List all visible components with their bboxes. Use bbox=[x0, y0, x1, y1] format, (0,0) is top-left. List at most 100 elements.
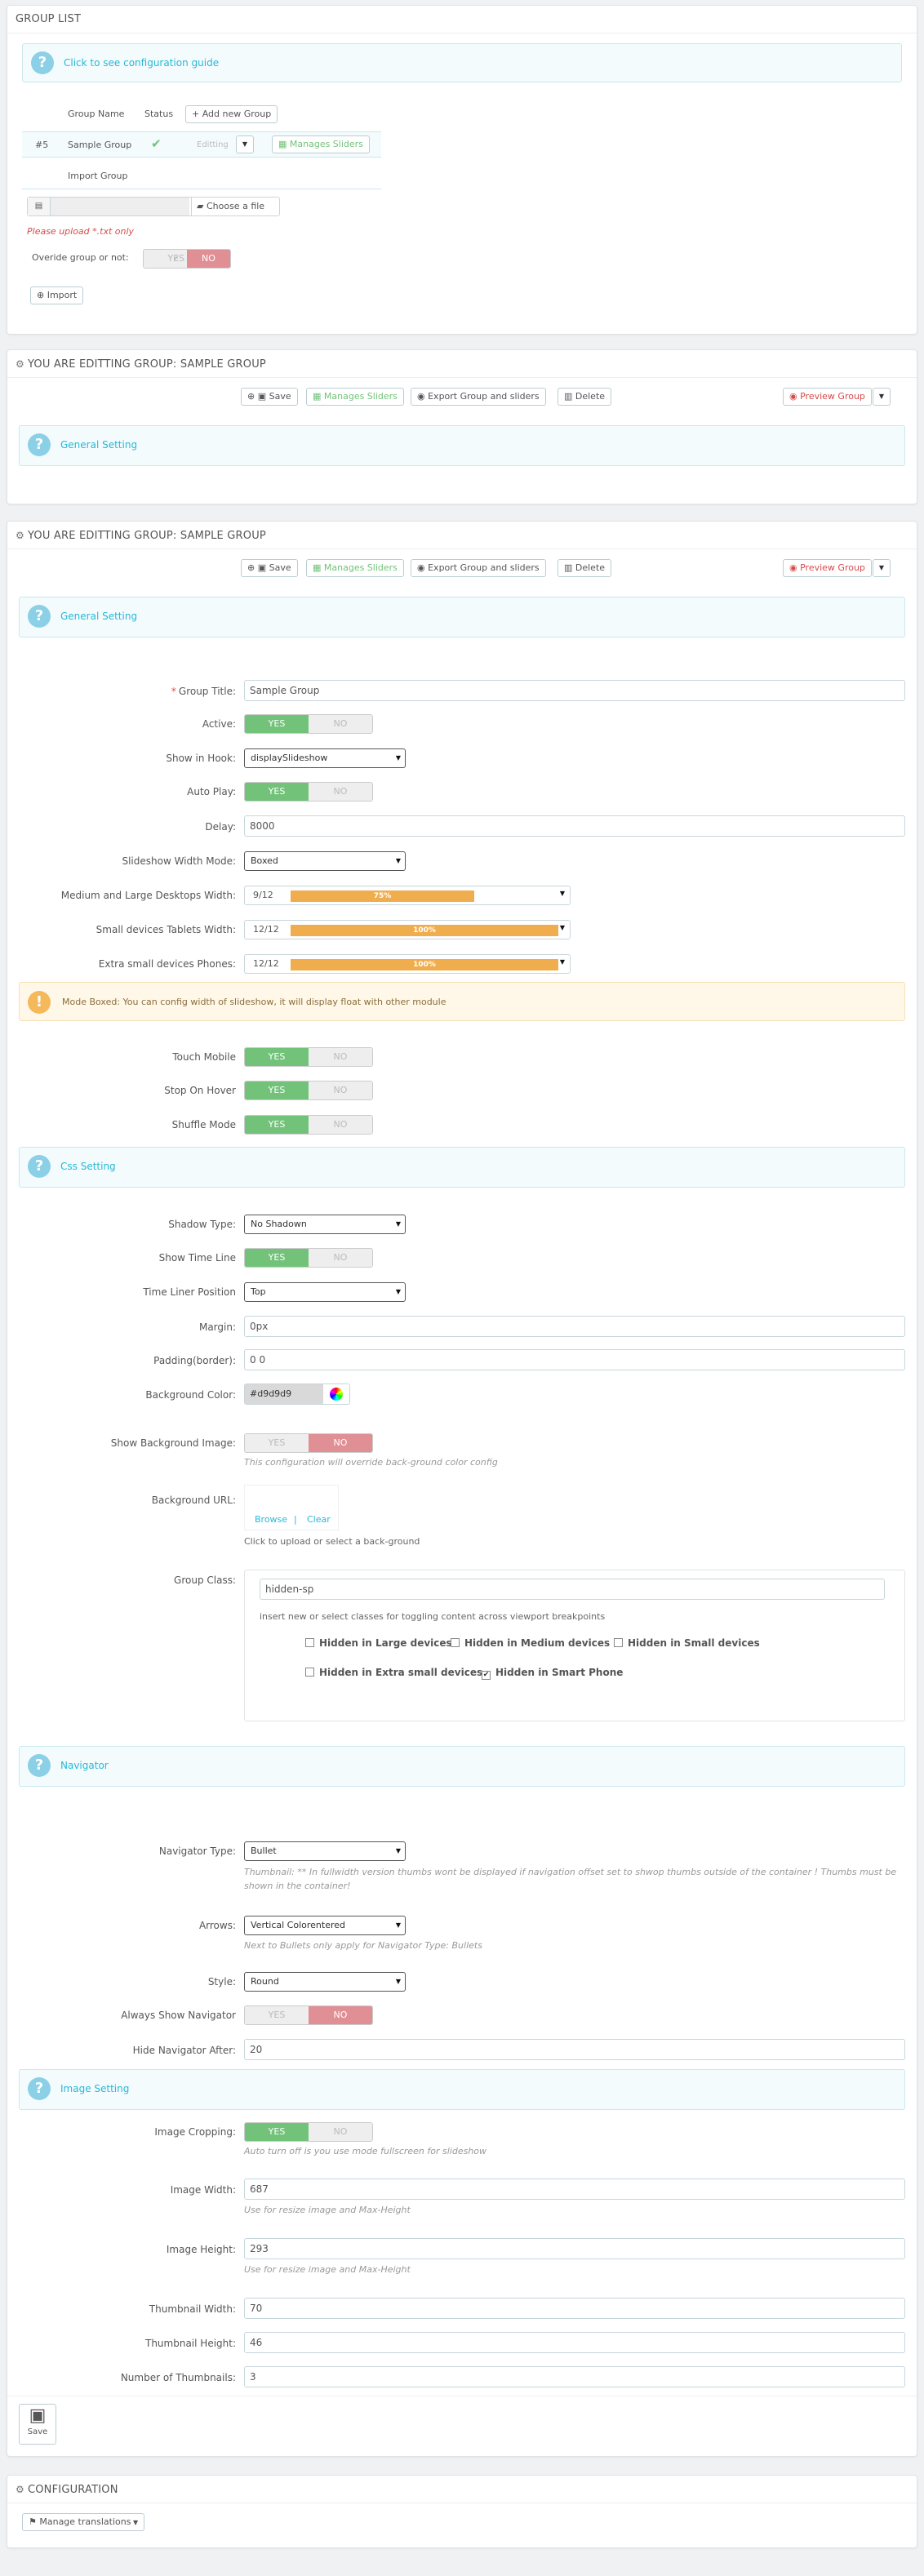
navigator-type-select[interactable]: Bullet ▼ bbox=[244, 1841, 406, 1861]
touch-mobile-switch[interactable]: YES NO bbox=[244, 1047, 373, 1067]
always-show-navigator-switch[interactable]: YES NO bbox=[244, 2005, 373, 2025]
padding-input[interactable]: 0 0 bbox=[244, 1349, 905, 1370]
section-css-setting[interactable]: ? Css Setting bbox=[19, 1147, 905, 1188]
override-yes[interactable]: ✔ YES bbox=[144, 250, 187, 268]
show-bg-image-switch[interactable]: YES NO bbox=[244, 1433, 373, 1453]
section-title: Image Setting bbox=[60, 2083, 130, 2094]
width-mode-select[interactable]: Boxed ▼ bbox=[244, 851, 406, 871]
image-width-label: Image Width: bbox=[170, 2184, 236, 2196]
browse-link[interactable]: Browse bbox=[255, 1514, 287, 1525]
style-select[interactable]: Round ▼ bbox=[244, 1972, 406, 1992]
image-width-input[interactable]: 687 bbox=[244, 2178, 905, 2200]
image-cropping-switch[interactable]: YES NO bbox=[244, 2122, 373, 2142]
hidden-small-checkbox[interactable]: Hidden in Small devices bbox=[614, 1637, 760, 1649]
hidden-xsmall-checkbox[interactable]: Hidden in Extra small devices bbox=[305, 1667, 482, 1678]
section-general-setting[interactable]: ? General Setting bbox=[19, 425, 905, 466]
preview-dropdown[interactable]: ▼ bbox=[873, 388, 891, 406]
clear-link[interactable]: Clear bbox=[307, 1514, 331, 1525]
arrows-select[interactable]: Vertical Colorentered ▼ bbox=[244, 1916, 406, 1935]
section-navigator[interactable]: ? Navigator bbox=[19, 1746, 905, 1787]
range-fill: 100% bbox=[291, 925, 558, 936]
switch-yes[interactable]: YES bbox=[245, 783, 309, 801]
save-button[interactable]: ⊕ ▣ Save bbox=[241, 559, 298, 577]
switch-no[interactable]: NO bbox=[309, 1081, 372, 1099]
margin-input[interactable]: 0px bbox=[244, 1316, 905, 1337]
switch-no[interactable]: NO bbox=[309, 1048, 372, 1066]
bg-color-input[interactable]: #d9d9d9 bbox=[245, 1384, 323, 1404]
hidden-medium-checkbox[interactable]: Hidden in Medium devices bbox=[451, 1637, 610, 1649]
hidden-smartphone-checkbox[interactable]: ✔ Hidden in Smart Phone bbox=[482, 1667, 623, 1680]
switch-yes[interactable]: YES bbox=[245, 1249, 309, 1267]
switch-yes[interactable]: YES bbox=[245, 1434, 309, 1452]
file-name-input[interactable] bbox=[51, 198, 189, 215]
row-actions-dropdown[interactable]: ▼ bbox=[236, 135, 254, 153]
footer-save-button[interactable]: ▣ Save bbox=[19, 2404, 56, 2445]
switch-yes[interactable]: YES bbox=[245, 1081, 309, 1099]
active-switch[interactable]: YES NO bbox=[244, 714, 373, 734]
switch-no[interactable]: NO bbox=[309, 1249, 372, 1267]
import-button[interactable]: ⊕ Import bbox=[30, 286, 84, 304]
switch-no[interactable]: NO bbox=[309, 1434, 372, 1452]
bg-color-picker[interactable]: #d9d9d9 bbox=[244, 1383, 350, 1405]
checkbox-box[interactable] bbox=[614, 1638, 623, 1647]
guide-link[interactable]: Click to see configuration guide bbox=[64, 57, 219, 69]
thumbnail-height-input[interactable]: 46 bbox=[244, 2332, 905, 2353]
show-time-line-switch[interactable]: YES NO bbox=[244, 1248, 373, 1268]
delay-input[interactable]: 8000 bbox=[244, 815, 905, 837]
manage-translations-dropdown[interactable]: ⚑ Manage translations ▼ bbox=[22, 2513, 145, 2531]
switch-yes[interactable]: YES bbox=[245, 1048, 309, 1066]
switch-no[interactable]: NO bbox=[309, 715, 372, 733]
delete-button[interactable]: ▥ Delete bbox=[558, 559, 612, 577]
hidden-large-checkbox[interactable]: Hidden in Large devices bbox=[305, 1637, 452, 1649]
section-general-setting[interactable]: ? General Setting bbox=[19, 597, 905, 637]
override-switch[interactable]: ✔ YES NO bbox=[143, 249, 231, 269]
number-of-thumbnails-input[interactable]: 3 bbox=[244, 2366, 905, 2387]
checkbox-box[interactable] bbox=[305, 1638, 314, 1647]
image-height-input[interactable]: 293 bbox=[244, 2238, 905, 2259]
desktop-width-range[interactable]: 9/12 75% ▼ bbox=[244, 886, 571, 905]
eye-icon: ◉ bbox=[789, 562, 801, 573]
override-no[interactable]: NO bbox=[187, 250, 230, 268]
export-button[interactable]: ◉ Export Group and sliders bbox=[411, 388, 546, 406]
save-button[interactable]: ⊕ ▣ Save bbox=[241, 388, 298, 406]
preview-group-button[interactable]: ◉ Preview Group bbox=[783, 559, 872, 577]
preview-dropdown[interactable]: ▼ bbox=[873, 559, 891, 577]
group-title-input[interactable]: Sample Group bbox=[244, 680, 905, 701]
group-class-input[interactable]: hidden-sp bbox=[260, 1579, 885, 1600]
switch-no[interactable]: NO bbox=[309, 2123, 372, 2141]
switch-yes[interactable]: YES bbox=[245, 715, 309, 733]
switch-no[interactable]: NO bbox=[309, 2006, 372, 2024]
stop-on-hover-switch[interactable]: YES NO bbox=[244, 1081, 373, 1100]
auto-play-switch[interactable]: YES NO bbox=[244, 782, 373, 802]
choose-file-button[interactable]: ▰ Choose a file bbox=[191, 198, 279, 215]
switch-no[interactable]: NO bbox=[309, 783, 372, 801]
question-icon: ? bbox=[28, 605, 51, 628]
file-upload-field[interactable]: ▤ ▰ Choose a file bbox=[27, 197, 280, 216]
bg-url-box[interactable]: Browse | Clear bbox=[244, 1485, 339, 1530]
add-new-group-button[interactable]: + Add new Group bbox=[185, 105, 278, 123]
section-image-setting[interactable]: ? Image Setting bbox=[19, 2069, 905, 2110]
export-button[interactable]: ◉ Export Group and sliders bbox=[411, 559, 546, 577]
switch-yes[interactable]: YES bbox=[245, 2123, 309, 2141]
checkbox-box[interactable] bbox=[305, 1668, 314, 1677]
switch-yes[interactable]: YES bbox=[245, 2006, 309, 2024]
thumbnail-width-input[interactable]: 70 bbox=[244, 2298, 905, 2319]
shadow-type-select[interactable]: No Shadown ▼ bbox=[244, 1215, 406, 1234]
manages-sliders-button[interactable]: ▦ Manages Sliders bbox=[306, 388, 404, 406]
tablet-width-range[interactable]: 12/12 100% ▼ bbox=[244, 920, 571, 939]
preview-group-button[interactable]: ◉ Preview Group bbox=[783, 388, 872, 406]
hide-navigator-after-input[interactable]: 20 bbox=[244, 2039, 905, 2060]
phone-width-range[interactable]: 12/12 100% ▼ bbox=[244, 954, 571, 974]
checkbox-box[interactable] bbox=[451, 1638, 460, 1647]
delete-button[interactable]: ▥ Delete bbox=[558, 388, 612, 406]
switch-no[interactable]: NO bbox=[309, 1116, 372, 1134]
time-liner-position-select[interactable]: Top ▼ bbox=[244, 1282, 406, 1302]
manages-sliders-button[interactable]: ▦ Manages Sliders bbox=[272, 135, 370, 153]
show-in-hook-select[interactable]: displaySlideshow ▼ bbox=[244, 748, 406, 768]
table-row[interactable]: #5 Sample Group ✔ Editting ▼ ▦ Manages S… bbox=[22, 131, 381, 158]
checkmark-icon[interactable]: ✔ bbox=[482, 1671, 491, 1680]
manages-sliders-button[interactable]: ▦ Manages Sliders bbox=[306, 559, 404, 577]
color-wheel-icon[interactable] bbox=[330, 1388, 343, 1401]
shuffle-mode-switch[interactable]: YES NO bbox=[244, 1115, 373, 1135]
switch-yes[interactable]: YES bbox=[245, 1116, 309, 1134]
